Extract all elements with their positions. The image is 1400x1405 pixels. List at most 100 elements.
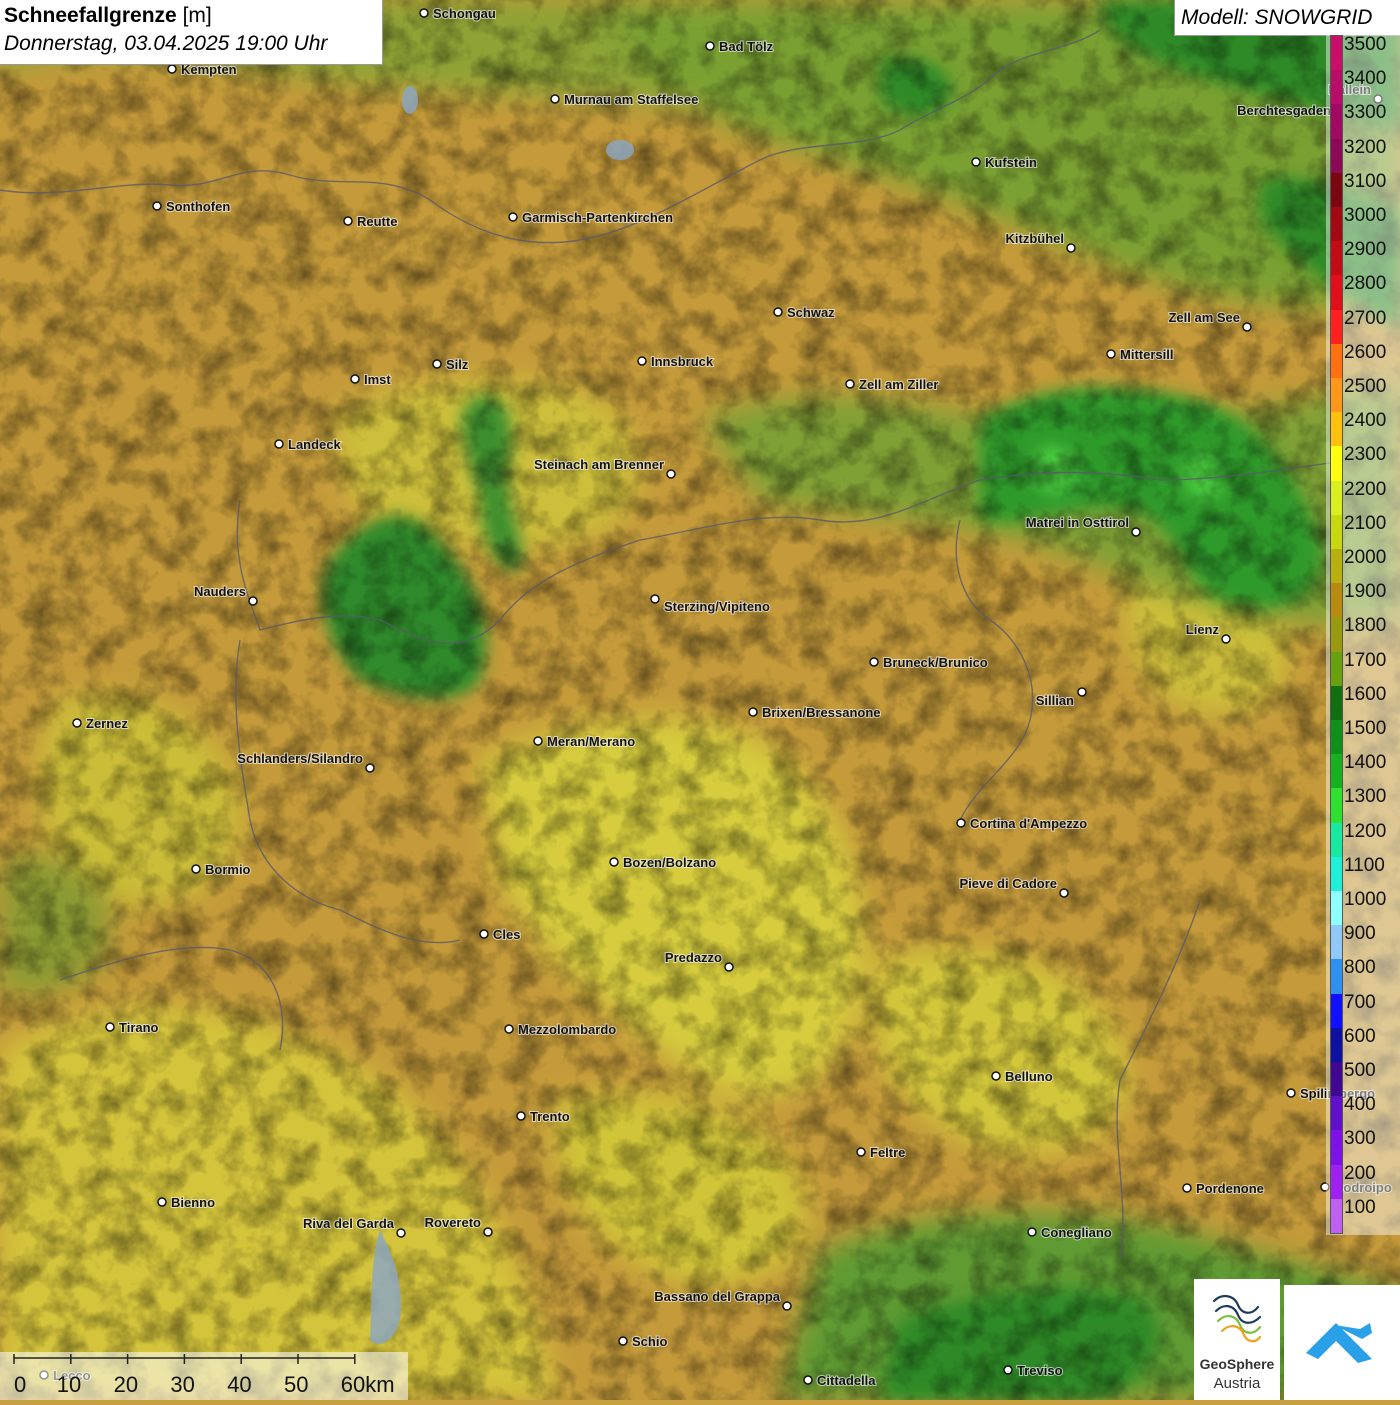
city-label: Zernez [86, 716, 128, 731]
title-main: Schneefallgrenze [4, 4, 177, 27]
city-dot [971, 157, 981, 167]
legend-label: 200 [1344, 1162, 1376, 1184]
city-dot [618, 1336, 628, 1346]
legend-swatch [1331, 343, 1342, 379]
scale-label: 0 [14, 1372, 26, 1397]
city-label: Bienno [171, 1195, 215, 1210]
city-dot [637, 356, 647, 366]
legend-swatch [1331, 207, 1342, 242]
city-label: Brixen/Bressanone [762, 705, 881, 720]
city-label: Pieve di Cadore [959, 876, 1057, 891]
legend-swatch [1331, 1027, 1342, 1063]
city-dot [508, 212, 518, 222]
legend-swatch [1331, 549, 1342, 584]
legend-swatch [1331, 856, 1342, 892]
city-label: Landeck [288, 437, 342, 452]
legend-label: 1300 [1344, 786, 1387, 808]
city-label: Matrei in Osttirol [1026, 515, 1129, 530]
scale-label: 50 [284, 1372, 308, 1397]
city-dot [350, 374, 360, 384]
city-label: Belluno [1005, 1069, 1053, 1084]
city-dot [504, 1024, 514, 1034]
legend-label: 900 [1344, 923, 1376, 945]
legend-swatch [1331, 1164, 1342, 1200]
legend-swatch [1331, 685, 1342, 721]
city-dot [1027, 1227, 1037, 1237]
legend-swatch [1331, 788, 1342, 824]
legend-label: 1200 [1344, 820, 1387, 842]
legend-label: 2600 [1344, 341, 1387, 363]
scale-label: 10 [57, 1372, 81, 1397]
legend-label: 2500 [1344, 376, 1387, 397]
city-label: Bassano del Grappa [654, 1289, 780, 1304]
city-label: Kufstein [985, 155, 1037, 170]
city-dot [845, 379, 855, 389]
city-dot [516, 1111, 526, 1121]
city-label: Rovereto [425, 1215, 481, 1230]
legend-label: 100 [1344, 1196, 1376, 1218]
legend-label: 2100 [1344, 512, 1387, 534]
scale-label: 20 [114, 1372, 138, 1397]
city-label: Feltre [870, 1145, 905, 1160]
legend-swatch [1331, 104, 1342, 140]
scale-label: 30 [170, 1372, 194, 1397]
city-label: Trento [530, 1109, 570, 1124]
legend-label: 3000 [1344, 205, 1387, 226]
city-label: Sterzing/Vipiteno [664, 599, 770, 614]
city-dot [869, 657, 879, 667]
city-dot [152, 201, 162, 211]
legend-label: 3500 [1344, 34, 1387, 55]
legend-swatch [1331, 514, 1342, 550]
city-label: Zell am See [1168, 310, 1240, 325]
snowgrid-logo-icon [1306, 1323, 1372, 1363]
model-label: Modell: SNOWGRID [1181, 6, 1373, 29]
geosphere-logo: GeoSphere Austria [1194, 1279, 1280, 1400]
city-dot [991, 1071, 1001, 1081]
legend-swatch [1331, 583, 1342, 618]
city-label: Treviso [1017, 1363, 1063, 1378]
city-label: Lienz [1186, 622, 1220, 637]
city-dot [343, 216, 353, 226]
legend-label: 2900 [1344, 239, 1387, 261]
city-label: Innsbruck [651, 354, 714, 369]
city-dot [1286, 1088, 1296, 1098]
legend-label: 1800 [1344, 615, 1387, 637]
legend-label: 300 [1344, 1128, 1376, 1150]
scale-bar-graphic: 0 10 20 30 40 50 60km [13, 1354, 395, 1397]
city-label: Nauders [194, 584, 246, 599]
city-label: Zell am Ziller [859, 377, 938, 392]
city-label: Schongau [433, 6, 496, 21]
city-dot [1182, 1183, 1192, 1193]
city-dot [1221, 634, 1231, 644]
legend-label: 400 [1344, 1094, 1376, 1116]
city-label: Sillian [1036, 693, 1074, 708]
city-label: Bormio [205, 862, 251, 877]
legend-swatch [1331, 891, 1342, 926]
legend-label: 3100 [1344, 170, 1387, 192]
city-dot [365, 763, 375, 773]
city-dot [191, 864, 201, 874]
legend-label: 500 [1344, 1060, 1376, 1081]
legend-swatch [1331, 1062, 1342, 1097]
city-label: Tirano [119, 1020, 159, 1035]
city-dot [1106, 349, 1116, 359]
scale-label: 60km [341, 1372, 395, 1397]
city-dot [483, 1227, 493, 1237]
legend-label: 700 [1344, 991, 1376, 1013]
legend-swatch [1331, 617, 1342, 653]
city-dot [724, 962, 734, 972]
legend-swatch [1331, 36, 1342, 71]
city-label: Bad Tölz [719, 39, 774, 54]
model-box: Modell: SNOWGRID [1174, 0, 1400, 36]
city-dot [1059, 888, 1069, 898]
legend-label: 2700 [1344, 307, 1387, 329]
legend-swatch [1331, 172, 1342, 208]
legend-label: 800 [1344, 957, 1376, 979]
legend-swatch [1331, 241, 1342, 276]
city-label: Conegliano [1041, 1225, 1112, 1240]
legend-label: 600 [1344, 1025, 1376, 1047]
title-unit: [m] [182, 4, 212, 27]
legend-label: 2800 [1344, 273, 1387, 295]
city-dot [419, 8, 429, 18]
legend-swatch [1331, 925, 1342, 960]
